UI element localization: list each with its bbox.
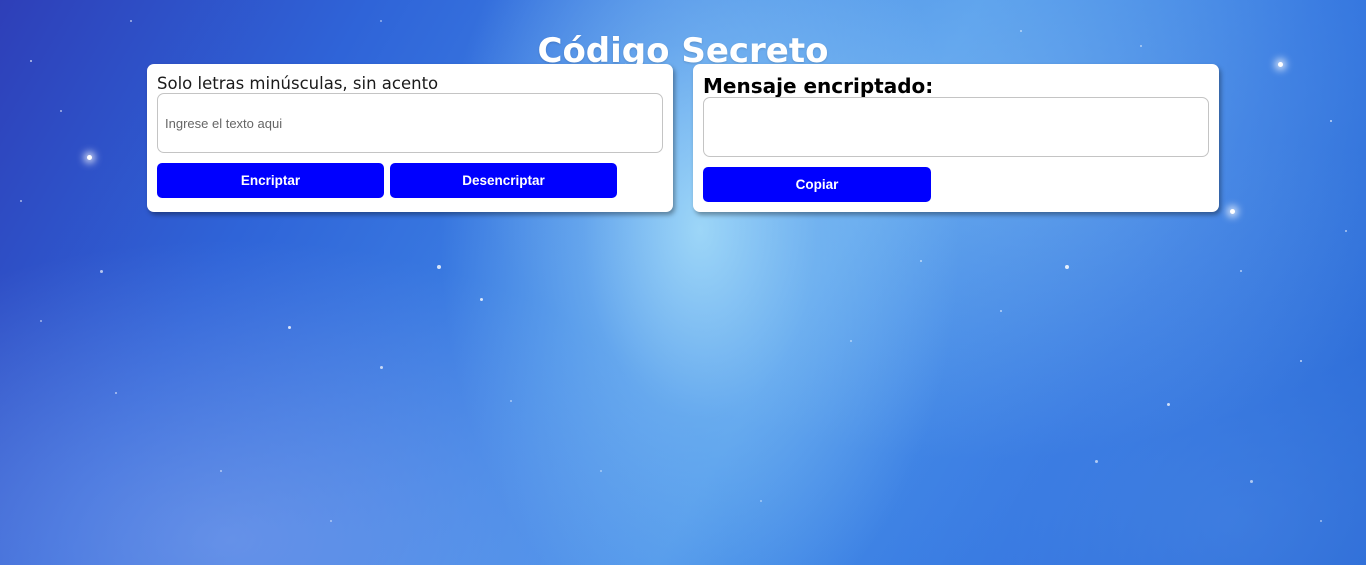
copy-button[interactable]: Copiar	[703, 167, 931, 202]
decrypt-button[interactable]: Desencriptar	[390, 163, 617, 198]
output-label: Mensaje encriptado:	[703, 74, 934, 98]
output-card: Mensaje encriptado: Copiar	[693, 64, 1219, 212]
text-input[interactable]	[157, 93, 663, 153]
input-card: Solo letras minúsculas, sin acento Encri…	[147, 64, 673, 212]
input-hint: Solo letras minúsculas, sin acento	[157, 74, 439, 93]
encrypt-button[interactable]: Encriptar	[157, 163, 384, 198]
output-field[interactable]	[703, 97, 1209, 157]
